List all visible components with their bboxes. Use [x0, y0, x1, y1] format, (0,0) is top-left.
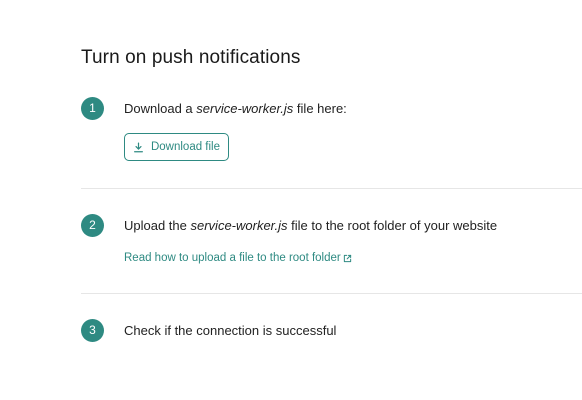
upload-help-link-label: Read how to upload a file to the root fo… [124, 252, 341, 264]
step-number-badge: 3 [81, 319, 104, 342]
step-number-badge: 1 [81, 97, 104, 120]
push-notifications-page: Turn on push notifications 1 Download a … [0, 0, 582, 400]
step-2-text: Upload the service-worker.js file to the… [124, 218, 497, 233]
download-icon [134, 142, 143, 152]
divider [81, 188, 582, 189]
divider [81, 293, 582, 294]
step-2-text-before: Upload the [124, 218, 191, 233]
page-title: Turn on push notifications [81, 47, 301, 68]
upload-help-link[interactable]: Read how to upload a file to the root fo… [124, 252, 352, 264]
step-3-text: Check if the connection is successful [124, 323, 337, 338]
step-1-text-before: Download a [124, 101, 197, 116]
step-1-text-after: file here: [293, 101, 347, 116]
step-2-filename: service-worker.js [190, 218, 288, 233]
step-1-text: Download a service-worker.js file here: [124, 101, 347, 116]
external-link-icon [343, 254, 351, 262]
download-file-button[interactable]: Download file [124, 133, 229, 161]
step-number-badge: 2 [81, 214, 104, 237]
step-2-text-after: file to the root folder of your website [287, 218, 498, 233]
download-file-label: Download file [150, 141, 221, 153]
step-1-filename: service-worker.js [196, 101, 294, 116]
